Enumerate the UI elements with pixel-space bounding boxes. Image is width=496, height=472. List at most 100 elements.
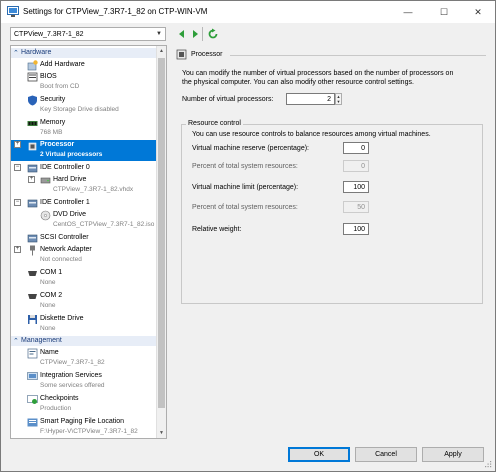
tree-item-diskette-drive[interactable]: Diskette Drive None: [11, 314, 157, 335]
resource-control-group: Resource control You can use resource co…: [181, 120, 483, 304]
close-button[interactable]: ✕: [461, 1, 495, 23]
tree-item-label: Smart Paging File Location: [40, 418, 125, 425]
tree-item-dvd-drive[interactable]: DVD Drive CentOS_CTPView_7.3R7-1_82.iso: [11, 210, 157, 231]
tree-item-sublabel: Not connected: [40, 256, 82, 263]
tree-item-sublabel: F:\Hyper-V\CTPView_7.3R7-1_82: [40, 428, 138, 435]
scrollbar-thumb[interactable]: [158, 58, 165, 408]
tree-item-label: Hard Drive: [53, 176, 87, 183]
tree-item-label: COM 2: [40, 292, 63, 299]
ide-controller-icon: [27, 164, 38, 173]
collapse-minus-icon[interactable]: −: [14, 164, 21, 171]
expand-plus-icon[interactable]: +: [14, 246, 21, 253]
vm-selector-dropdown[interactable]: CTPView_7.3R7-1_82 ▼: [10, 27, 166, 41]
tree-item-checkpoints[interactable]: Checkpoints Production: [11, 394, 157, 415]
reserve-percentage-input[interactable]: 0: [343, 142, 369, 154]
tree-item-processor[interactable]: + Processor 2 Virtual processors: [11, 140, 157, 161]
hardware-header-label: Hardware: [21, 49, 52, 56]
tree-item-label: SCSI Controller: [40, 234, 89, 241]
shield-icon: [28, 95, 37, 106]
tree-item-security[interactable]: Security Key Storage Drive disabled: [11, 95, 157, 116]
tree-item-label: Integration Services: [40, 372, 102, 379]
hardware-section-header[interactable]: ⌃ Hardware: [11, 48, 157, 58]
tree-item-network-adapter[interactable]: + Network Adapter Not connected: [11, 245, 157, 266]
title-bar[interactable]: Settings for CTPView_7.3R7-1_82 on CTP-W…: [1, 1, 495, 23]
tree-item-label: Diskette Drive: [40, 315, 84, 322]
back-arrow-icon[interactable]: [176, 28, 188, 40]
tree-item-sublabel: None: [40, 302, 56, 309]
tree-item-label: Checkpoints: [40, 395, 79, 402]
tree-item-scsi-controller[interactable]: SCSI Controller: [11, 233, 157, 244]
forward-arrow-icon[interactable]: [189, 28, 201, 40]
cancel-button[interactable]: Cancel: [355, 447, 417, 462]
resource-control-legend: Resource control: [186, 120, 243, 127]
processor-icon: [176, 49, 187, 60]
tree-item-memory[interactable]: Memory 768 MB: [11, 118, 157, 139]
collapse-chevron-icon: ⌃: [13, 338, 19, 345]
chevron-down-icon: ▼: [156, 31, 162, 37]
reserve-total-value: 0: [361, 163, 365, 170]
management-header-label: Management: [21, 337, 62, 344]
ok-button[interactable]: OK: [288, 447, 350, 462]
spin-down-icon[interactable]: ▼: [336, 99, 341, 104]
minimize-button[interactable]: —: [391, 1, 425, 23]
limit-total-label: Percent of total system resources:: [192, 204, 298, 211]
collapse-chevron-icon: ⌃: [13, 50, 19, 57]
tree-item-sublabel: CTPView_7.3R7-1_82.vhdx: [53, 186, 134, 193]
hard-drive-icon: [40, 177, 51, 184]
memory-icon: [27, 121, 38, 126]
scroll-down-icon[interactable]: ▼: [157, 428, 166, 438]
management-section-header[interactable]: ⌃ Management: [11, 336, 157, 346]
tree-item-sublabel: 2 Virtual processors: [40, 151, 103, 158]
smart-paging-icon: [27, 418, 38, 427]
scroll-up-icon[interactable]: ▲: [157, 46, 166, 56]
tree-item-sublabel: Key Storage Drive disabled: [40, 106, 119, 113]
network-adapter-icon: [30, 245, 35, 256]
diskette-icon: [28, 315, 37, 324]
tree-scrollbar[interactable]: ▲ ▼: [156, 46, 166, 438]
tree-item-sublabel: 768 MB: [40, 129, 63, 136]
virtual-processors-input[interactable]: 2: [286, 93, 335, 105]
tree-item-label: Memory: [40, 119, 66, 126]
tree-item-label: IDE Controller 0: [40, 164, 90, 171]
reserve-total-value-box: 0: [343, 160, 369, 172]
tree-item-bios[interactable]: BIOS Boot from CD: [11, 72, 157, 93]
tree-item-com1[interactable]: COM 1 None: [11, 268, 157, 289]
scsi-controller-icon: [27, 234, 38, 243]
tree-item-add-hardware[interactable]: Add Hardware: [11, 60, 157, 71]
virtual-processors-label: Number of virtual processors:: [182, 96, 274, 103]
processor-description-line2: the physical computer. You can also modi…: [182, 79, 414, 86]
virtual-processors-value: 2: [327, 96, 331, 103]
tree-item-smart-paging[interactable]: Smart Paging File Location F:\Hyper-V\CT…: [11, 417, 157, 438]
expand-plus-icon[interactable]: +: [14, 141, 21, 148]
tree-item-sublabel: Some services offered: [40, 382, 105, 389]
tree-item-label: Security: [40, 96, 66, 103]
relative-weight-input[interactable]: 100: [343, 223, 369, 235]
processor-title-label: Processor: [191, 51, 223, 58]
limit-percentage-input[interactable]: 100: [343, 181, 369, 193]
tree-item-label: Name: [40, 349, 59, 356]
com-port-icon: [28, 271, 37, 276]
virtual-processors-spinner[interactable]: ▲ ▼: [335, 93, 342, 105]
limit-percentage-label: Virtual machine limit (percentage):: [192, 184, 299, 191]
window-title: Settings for CTPView_7.3R7-1_82 on CTP-W…: [23, 7, 208, 16]
expand-plus-icon[interactable]: +: [28, 176, 35, 183]
reserve-total-label: Percent of total system resources:: [192, 163, 298, 170]
tree-item-integration-services[interactable]: Integration Services Some services offer…: [11, 371, 157, 392]
tree-item-ide-controller-0[interactable]: − IDE Controller 0: [11, 163, 157, 174]
resource-control-description: You can use resource controls to balance…: [192, 131, 431, 138]
tree-item-sublabel: CTPView_7.3R7-1_82: [40, 359, 105, 366]
tree-item-hard-drive[interactable]: + Hard Drive CTPView_7.3R7-1_82.vhdx: [11, 175, 157, 196]
apply-button[interactable]: Apply: [422, 447, 484, 462]
com-port-icon: [28, 294, 37, 299]
toolbar-separator: [202, 27, 203, 41]
collapse-minus-icon[interactable]: −: [14, 199, 21, 206]
refresh-icon[interactable]: [207, 28, 219, 40]
tree-item-ide-controller-1[interactable]: − IDE Controller 1: [11, 198, 157, 209]
resize-grip-icon[interactable]: [484, 460, 492, 468]
checkpoints-icon: [27, 395, 38, 404]
tree-item-sublabel: Production: [40, 405, 72, 412]
tree-item-name[interactable]: Name CTPView_7.3R7-1_82: [11, 348, 157, 369]
tree-item-com2[interactable]: COM 2 None: [11, 291, 157, 312]
maximize-button[interactable]: ☐: [427, 1, 461, 23]
tree-item-label: Add Hardware: [40, 61, 85, 68]
